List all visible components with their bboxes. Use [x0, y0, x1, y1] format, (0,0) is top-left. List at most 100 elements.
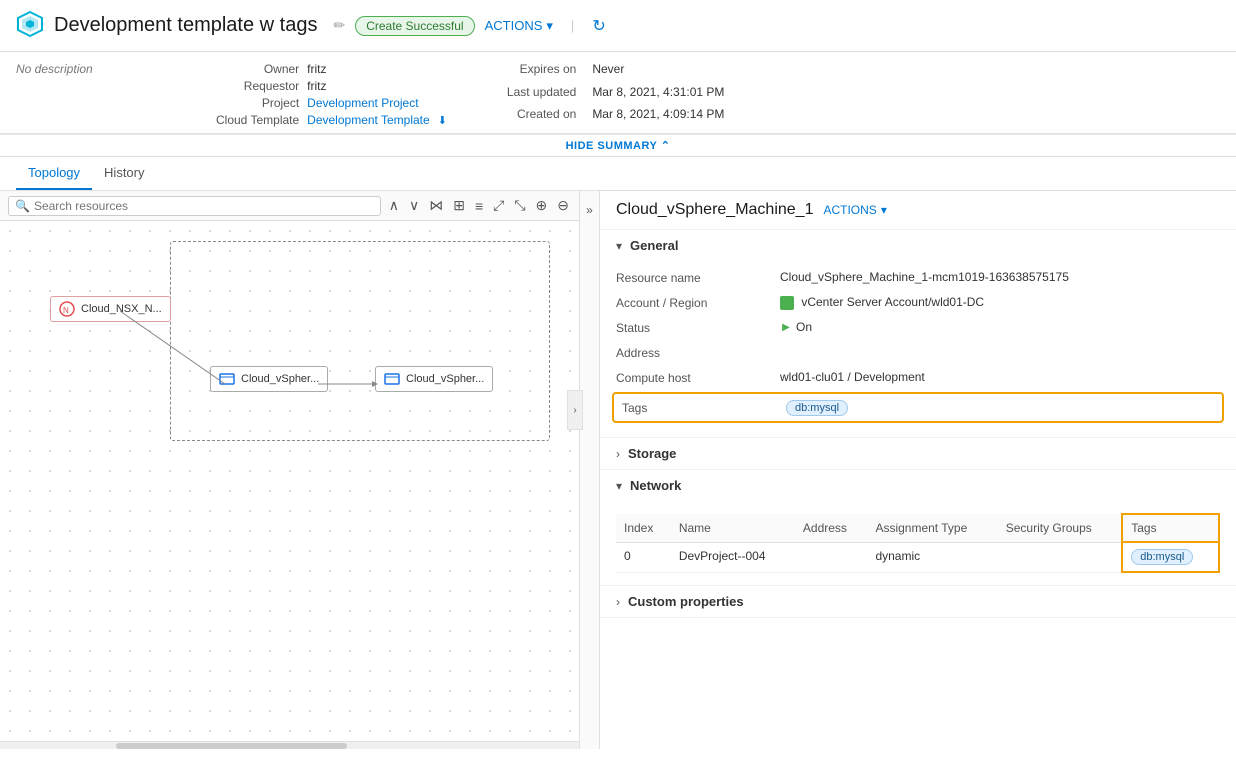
account-region-value: vCenter Server Account/wld01-DC — [780, 295, 1220, 310]
general-toggle[interactable]: ▾ — [616, 239, 622, 253]
detail-panel: Cloud_vSphere_Machine_1 ACTIONS ▾ ▾ Gene… — [600, 191, 1236, 749]
col-security-groups: Security Groups — [998, 514, 1123, 542]
topology-toolbar: 🔍 ∧ ∨ ⋈ ⊞ ≡ ⤢ ⤡ ⊕ ⊖ — [0, 191, 579, 221]
cloud-template-link[interactable]: Development Template — [307, 113, 430, 127]
owner-value: fritz — [307, 62, 447, 76]
side-collapse-button[interactable]: › — [567, 390, 580, 430]
actions-button[interactable]: ACTIONS ▾ — [485, 18, 553, 34]
nsx-label: Cloud_NSX_N... — [81, 303, 162, 315]
requestor-value: fritz — [307, 79, 447, 93]
project-label: Project — [216, 96, 299, 110]
zoom-out-icon[interactable]: ⊖ — [555, 195, 571, 216]
grid-icon[interactable]: ⊞ — [451, 195, 467, 216]
collapse-panel[interactable]: » — [580, 191, 600, 749]
resource-name-field: Resource name Cloud_vSphere_Machine_1-mc… — [616, 265, 1220, 290]
requestor-label: Requestor — [216, 79, 299, 93]
network-section: ▾ Network Index Name Address Assignment … — [600, 470, 1236, 586]
main-content: 🔍 ∧ ∨ ⋈ ⊞ ≡ ⤢ ⤡ ⊕ ⊖ N C — [0, 191, 1236, 749]
node-vsphere1[interactable]: Cloud_vSpher... — [210, 366, 328, 392]
account-region-field: Account / Region vCenter Server Account/… — [616, 290, 1220, 315]
network-section-body: Index Name Address Assignment Type Secur… — [600, 501, 1236, 585]
project-link[interactable]: Development Project — [307, 96, 447, 110]
compute-host-value: wld01-clu01 / Development — [780, 370, 1220, 384]
status-label: Status — [616, 320, 776, 335]
created-label: Created on — [507, 107, 576, 121]
status-field: Status ▶ On — [616, 315, 1220, 340]
tags-value: db:mysql — [786, 399, 1214, 416]
expand-icon[interactable]: ⤢ — [491, 195, 506, 216]
network-tag-badge: db:mysql — [1131, 549, 1193, 565]
custom-properties-section: › Custom properties — [600, 586, 1236, 618]
compute-host-field: Compute host wld01-clu01 / Development — [616, 365, 1220, 390]
address-field: Address — [616, 340, 1220, 365]
network-toggle[interactable]: ▾ — [616, 479, 622, 493]
list-icon[interactable]: ≡ — [473, 196, 485, 216]
status-dot: ▶ — [780, 321, 792, 333]
nsx-icon: N — [59, 301, 75, 317]
row-assignment-type: dynamic — [867, 542, 997, 572]
toolbar-icons: ∧ ∨ ⋈ ⊞ ≡ ⤢ ⤡ ⊕ ⊖ — [387, 195, 571, 216]
separator: | — [571, 18, 574, 33]
edit-icon[interactable]: ✏ — [333, 17, 345, 34]
detail-title: Cloud_vSphere_Machine_1 — [616, 201, 813, 219]
topology-scrollbar[interactable] — [0, 741, 579, 749]
resource-name-label: Resource name — [616, 270, 776, 285]
row-address — [795, 542, 868, 572]
detail-actions-button[interactable]: ACTIONS ▾ — [823, 203, 886, 217]
zoom-in-icon[interactable]: ⊕ — [534, 195, 550, 216]
collapse-icon[interactable]: ⤡ — [512, 195, 527, 216]
no-description: No description — [16, 62, 196, 76]
vsphere1-icon — [219, 371, 235, 387]
network-icon[interactable]: ⋈ — [427, 195, 445, 216]
network-section-title: Network — [630, 478, 681, 493]
up-icon[interactable]: ∧ — [387, 195, 401, 216]
tab-bar: Topology History — [0, 157, 1236, 191]
vsphere2-icon — [384, 371, 400, 387]
general-section: ▾ General Resource name Cloud_vSphere_Ma… — [600, 230, 1236, 438]
tab-history[interactable]: History — [92, 157, 156, 190]
expires-label: Expires on — [507, 62, 576, 76]
last-updated-value: Mar 8, 2021, 4:31:01 PM — [592, 85, 724, 99]
summary-left: No description — [16, 62, 196, 127]
search-input[interactable] — [34, 199, 374, 213]
tab-topology[interactable]: Topology — [16, 157, 92, 190]
down-icon[interactable]: ∨ — [407, 195, 421, 216]
address-label: Address — [616, 345, 776, 360]
node-nsx[interactable]: N Cloud_NSX_N... — [50, 296, 171, 322]
custom-properties-toggle[interactable]: › — [616, 595, 620, 609]
network-section-header[interactable]: ▾ Network — [600, 470, 1236, 501]
compute-host-label: Compute host — [616, 370, 776, 385]
download-icon[interactable]: ⬇ — [438, 114, 447, 127]
status-badge: Create Successful — [355, 16, 474, 36]
row-security-groups — [998, 542, 1123, 572]
col-index: Index — [616, 514, 671, 542]
tags-field: Tags db:mysql — [612, 392, 1224, 423]
table-row: 0 DevProject--004 dynamic db:mysql — [616, 542, 1219, 572]
tag-badge-dbmysql: db:mysql — [786, 400, 848, 416]
status-value: ▶ On — [780, 320, 1220, 334]
general-section-title: General — [630, 238, 678, 253]
row-name: DevProject--004 — [671, 542, 795, 572]
detail-header: Cloud_vSphere_Machine_1 ACTIONS ▾ — [600, 191, 1236, 230]
collapse-chevron[interactable]: » — [586, 203, 593, 217]
created-value: Mar 8, 2021, 4:09:14 PM — [592, 107, 724, 121]
scrollbar-thumb[interactable] — [116, 743, 348, 749]
svg-text:N: N — [63, 306, 69, 315]
search-box[interactable]: 🔍 — [8, 196, 381, 216]
custom-properties-header[interactable]: › Custom properties — [600, 586, 1236, 617]
general-section-header[interactable]: ▾ General — [600, 230, 1236, 261]
cloud-template-label: Cloud Template — [216, 113, 299, 127]
storage-section-header[interactable]: › Storage — [600, 438, 1236, 469]
col-name: Name — [671, 514, 795, 542]
vcenter-icon — [780, 296, 794, 310]
hide-summary-button[interactable]: HIDE SUMMARY ⌃ — [0, 134, 1236, 156]
topology-panel: 🔍 ∧ ∨ ⋈ ⊞ ≡ ⤢ ⤡ ⊕ ⊖ N C — [0, 191, 580, 749]
storage-toggle[interactable]: › — [616, 447, 620, 461]
custom-properties-title: Custom properties — [628, 594, 744, 609]
vsphere2-label: Cloud_vSpher... — [406, 373, 484, 385]
node-vsphere2[interactable]: Cloud_vSpher... — [375, 366, 493, 392]
summary-section: No description Owner fritz Requestor fri… — [0, 52, 1236, 157]
refresh-icon[interactable]: ↻ — [592, 16, 605, 36]
tags-label: Tags — [622, 400, 782, 415]
col-address: Address — [795, 514, 868, 542]
